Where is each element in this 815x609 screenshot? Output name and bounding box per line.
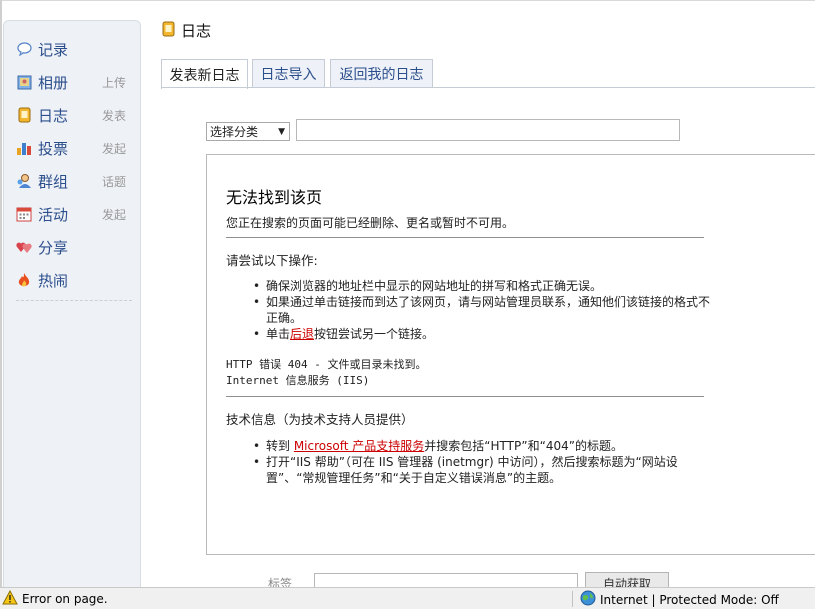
- sidebar-item-label: 投票: [38, 139, 69, 158]
- error-try-heading: 请尝试以下操作:: [226, 253, 318, 268]
- sidebar-action-start-event[interactable]: 发起: [102, 206, 126, 223]
- bar-chart-icon: [16, 140, 32, 156]
- list-item: 打开“IIS 帮助”（可在 IIS 管理器 (inetmgr) 中访问），然后搜…: [253, 454, 713, 486]
- status-error[interactable]: Error on page.: [2, 589, 108, 608]
- http-error-text: HTTP 错误 404 - 文件或目录未找到。: [226, 358, 427, 371]
- diary-title-input[interactable]: [296, 119, 680, 141]
- sidebar-item-event[interactable]: 活动 发起: [16, 203, 136, 225]
- error-title: 无法找到该页: [226, 188, 323, 207]
- divider: [226, 396, 704, 397]
- tab-back-to-my-diary[interactable]: 返回我的日志: [330, 59, 433, 88]
- page-title: 日志: [181, 22, 212, 40]
- speech-bubble-icon: [16, 41, 32, 57]
- top-border: [0, 0, 815, 1]
- security-zone-text: Internet | Protected Mode: Off: [600, 592, 779, 607]
- status-text: Error on page.: [22, 592, 108, 606]
- status-separator: [572, 591, 573, 607]
- sidebar-item-record[interactable]: 记录: [16, 38, 136, 60]
- sidebar-item-label: 群组: [38, 172, 69, 191]
- diary-icon: [162, 21, 175, 40]
- error-try-list: 确保浏览器的地址栏中显示的网站地址的拼写和格式正确无误。 如果通过单击链接而到达…: [253, 278, 713, 342]
- list-item: 如果通过单击链接而到达了该网页，请与网站管理员联系，通知他们该链接的格式不正确。: [253, 294, 713, 326]
- sidebar-action-start-vote[interactable]: 发起: [102, 140, 126, 157]
- error-description: 您正在搜索的页面可能已经删除、更名或暂时不可用。: [226, 216, 515, 230]
- sidebar-item-group[interactable]: 群组 话题: [16, 170, 136, 192]
- security-zone[interactable]: Internet | Protected Mode: Off: [580, 590, 779, 609]
- photo-icon: [16, 74, 32, 90]
- sidebar-item-album[interactable]: 相册 上传: [16, 71, 136, 93]
- editor-frame[interactable]: 无法找到该页 您正在搜索的页面可能已经删除、更名或暂时不可用。 请尝试以下操作:…: [206, 154, 815, 555]
- tech-info-list: 转到 Microsoft 产品支持服务并搜索包括“HTTP”和“404”的标题。…: [253, 438, 713, 486]
- app-sidebar: 记录 相册 上传 日志 发表 投票 发起 群组 话题 活动 发起 分享 热闹: [3, 20, 141, 587]
- tech-info-heading: 技术信息（为技术支持人员提供）: [226, 412, 414, 427]
- sidebar-item-label: 相册: [38, 73, 69, 92]
- list-item-text: 并搜索包括“HTTP”和“404”的标题。: [424, 439, 623, 453]
- sidebar-item-trending[interactable]: 热闹: [16, 269, 136, 291]
- list-item: 单击后退按钮尝试另一个链接。: [253, 326, 713, 342]
- list-item: 转到 Microsoft 产品支持服务并搜索包括“HTTP”和“404”的标题。: [253, 438, 713, 454]
- sidebar-item-label: 记录: [38, 40, 69, 59]
- warning-icon: [2, 589, 18, 608]
- sidebar-item-label: 分享: [38, 238, 69, 257]
- tab-import[interactable]: 日志导入: [252, 59, 325, 88]
- window-left-edge: [0, 0, 2, 587]
- sidebar-divider: [16, 300, 132, 301]
- sidebar-action-topic[interactable]: 话题: [102, 173, 126, 190]
- sidebar-item-label: 日志: [38, 106, 69, 125]
- group-icon: [16, 173, 32, 189]
- page-header: 日志: [162, 20, 211, 41]
- sidebar-item-share[interactable]: 分享: [16, 236, 136, 258]
- tab-underline: [161, 87, 815, 88]
- sidebar-item-label: 活动: [38, 205, 69, 224]
- sidebar-item-label: 热闹: [38, 271, 69, 290]
- browser-status-bar: Error on page. Internet | Protected Mode…: [0, 587, 815, 609]
- globe-icon: [580, 590, 596, 609]
- chevron-down-icon: ▼: [278, 127, 285, 137]
- list-item-text: 按钮尝试另一个链接。: [314, 327, 435, 341]
- diary-icon: [16, 107, 32, 123]
- list-item: 确保浏览器的地址栏中显示的网站地址的拼写和格式正确无误。: [253, 278, 713, 294]
- divider: [226, 237, 704, 238]
- back-link[interactable]: 后退: [290, 327, 314, 341]
- iis-label: Internet 信息服务 (IIS): [226, 374, 370, 387]
- sidebar-action-publish[interactable]: 发表: [102, 107, 126, 124]
- hearts-icon: [16, 239, 32, 255]
- list-item-text: 单击: [266, 327, 291, 341]
- category-select[interactable]: 选择分类 ▼: [206, 122, 290, 141]
- flame-icon: [16, 272, 32, 288]
- sidebar-item-diary[interactable]: 日志 发表: [16, 104, 136, 126]
- support-link[interactable]: Microsoft 产品支持服务: [294, 439, 424, 453]
- sidebar-item-vote[interactable]: 投票 发起: [16, 137, 136, 159]
- category-select-value: 选择分类: [210, 125, 259, 139]
- tab-new-post[interactable]: 发表新日志: [161, 59, 248, 89]
- sidebar-action-upload[interactable]: 上传: [102, 74, 126, 91]
- list-item-text: 转到: [266, 439, 294, 453]
- calendar-icon: [16, 206, 32, 222]
